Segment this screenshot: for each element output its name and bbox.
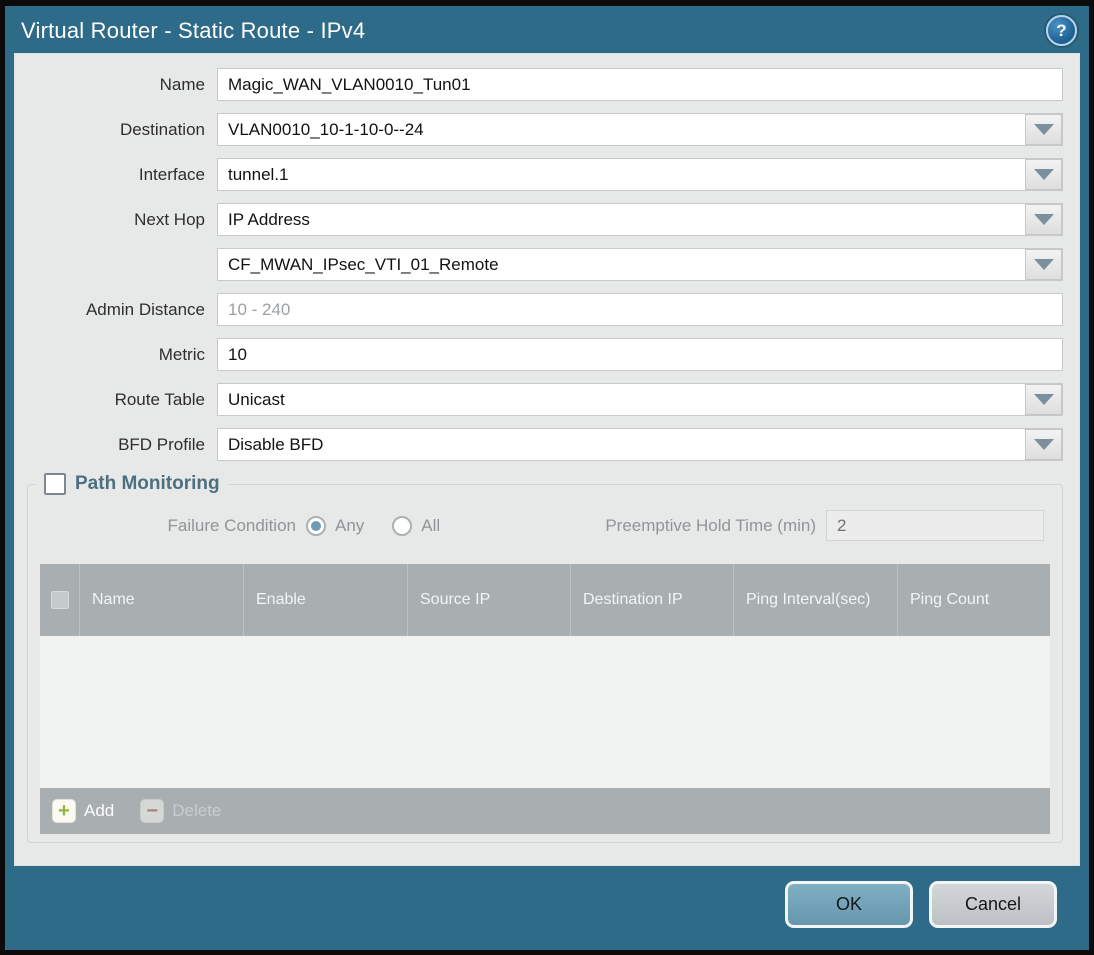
table-header-checkbox-cell <box>40 564 80 636</box>
dialog-content: Name Destination Interface <box>14 53 1080 866</box>
chevron-down-icon <box>1033 394 1054 405</box>
interface-input[interactable] <box>217 158 1063 191</box>
column-header-source-ip: Source IP <box>408 564 571 636</box>
radio-any-label: Any <box>335 515 365 535</box>
page-title: Virtual Router - Static Route - IPv4 <box>21 18 366 43</box>
select-all-checkbox <box>50 591 69 609</box>
chevron-down-icon <box>1033 169 1054 180</box>
add-button-label: Add <box>84 801 115 820</box>
admin-distance-field-wrap <box>217 293 1063 326</box>
column-header-destination-ip: Destination IP <box>571 564 734 636</box>
cancel-button[interactable]: Cancel <box>929 881 1057 928</box>
failure-condition-row: Failure Condition Any All Preemptive Hol… <box>28 509 1062 542</box>
interface-label: Interface <box>138 164 205 184</box>
next-hop-address-dropdown-button[interactable] <box>1025 249 1062 280</box>
form-row-route-table: Route Table <box>23 383 1063 416</box>
radio-all-label: All <box>421 515 441 535</box>
minus-icon: − <box>140 799 165 823</box>
path-monitoring-legend: Path Monitoring <box>36 473 228 495</box>
next-hop-address-input[interactable] <box>217 248 1063 281</box>
next-hop-type-input[interactable] <box>217 203 1063 236</box>
form-row-interface: Interface <box>23 158 1063 191</box>
bfd-profile-input[interactable] <box>217 428 1063 461</box>
chevron-down-icon <box>1033 439 1054 450</box>
bfd-profile-dropdown-button[interactable] <box>1025 429 1062 460</box>
column-header-ping-interval: Ping Interval(sec) <box>734 564 898 636</box>
destination-dropdown-button[interactable] <box>1025 114 1062 145</box>
title-bar: Virtual Router - Static Route - IPv4 ? <box>5 6 1089 53</box>
failure-condition-option-any: Any <box>306 515 365 536</box>
form-row-destination: Destination <box>23 113 1063 146</box>
route-table-field-wrap <box>217 383 1063 416</box>
preemptive-hold-time-label: Preemptive Hold Time (min) <box>605 515 816 535</box>
chevron-down-icon <box>1033 259 1054 270</box>
form-row-next-hop-value <box>23 248 1063 281</box>
next-hop-value-field-wrap <box>217 248 1063 281</box>
name-label: Name <box>159 74 205 94</box>
path-monitoring-table: Name Enable Source IP Destination IP Pin… <box>40 564 1050 834</box>
chevron-down-icon <box>1033 124 1054 135</box>
table-body <box>40 636 1050 788</box>
name-field-wrap <box>217 68 1063 101</box>
next-hop-dropdown-button[interactable] <box>1025 204 1062 235</box>
table-toolbar: + Add − Delete <box>40 788 1050 834</box>
route-table-dropdown-button[interactable] <box>1025 384 1062 415</box>
radio-selected-dot <box>311 520 321 531</box>
column-header-ping-count: Ping Count <box>910 591 990 608</box>
preemptive-hold-time-input <box>826 510 1044 541</box>
failure-condition-option-all: All <box>392 515 441 536</box>
next-hop-field-wrap <box>217 203 1063 236</box>
chevron-down-icon <box>1033 214 1054 225</box>
metric-label: Metric <box>158 344 205 364</box>
metric-input[interactable] <box>217 338 1063 371</box>
plus-icon: + <box>52 799 76 823</box>
form-row-metric: Metric <box>23 338 1063 371</box>
bfd-profile-label: BFD Profile <box>118 434 205 454</box>
metric-field-wrap <box>217 338 1063 371</box>
static-route-dialog: Virtual Router - Static Route - IPv4 ? N… <box>5 6 1089 950</box>
interface-dropdown-button[interactable] <box>1025 159 1062 190</box>
path-monitoring-group: Path Monitoring Failure Condition Any Al… <box>27 473 1063 843</box>
name-input[interactable] <box>217 68 1063 101</box>
column-header-name: Name <box>80 564 244 636</box>
form-row-next-hop: Next Hop <box>23 203 1063 236</box>
next-hop-label: Next Hop <box>134 209 205 229</box>
route-table-input[interactable] <box>217 383 1063 416</box>
form-row-admin-distance: Admin Distance <box>23 293 1063 326</box>
route-table-label: Route Table <box>114 389 205 409</box>
path-monitoring-checkbox[interactable] <box>44 473 66 495</box>
ok-button[interactable]: OK <box>785 881 913 928</box>
destination-input[interactable] <box>217 113 1063 146</box>
form-row-bfd-profile: BFD Profile <box>23 428 1063 461</box>
delete-button-label: Delete <box>172 801 222 820</box>
bfd-profile-field-wrap <box>217 428 1063 461</box>
help-icon[interactable]: ? <box>1046 15 1077 46</box>
column-header-enable: Enable <box>244 564 408 636</box>
failure-condition-label: Failure Condition <box>167 515 296 535</box>
admin-distance-input[interactable] <box>217 293 1063 326</box>
delete-button: − Delete <box>140 799 221 823</box>
form-row-name: Name <box>23 68 1063 101</box>
destination-field-wrap <box>217 113 1063 146</box>
table-header-row: Name Enable Source IP Destination IP Pin… <box>40 564 1050 636</box>
path-monitoring-title: Path Monitoring <box>75 473 220 494</box>
destination-label: Destination <box>119 119 205 139</box>
admin-distance-label: Admin Distance <box>85 299 205 319</box>
add-button[interactable]: + Add <box>52 799 114 823</box>
radio-any <box>306 515 326 536</box>
interface-field-wrap <box>217 158 1063 191</box>
radio-all <box>392 515 413 536</box>
